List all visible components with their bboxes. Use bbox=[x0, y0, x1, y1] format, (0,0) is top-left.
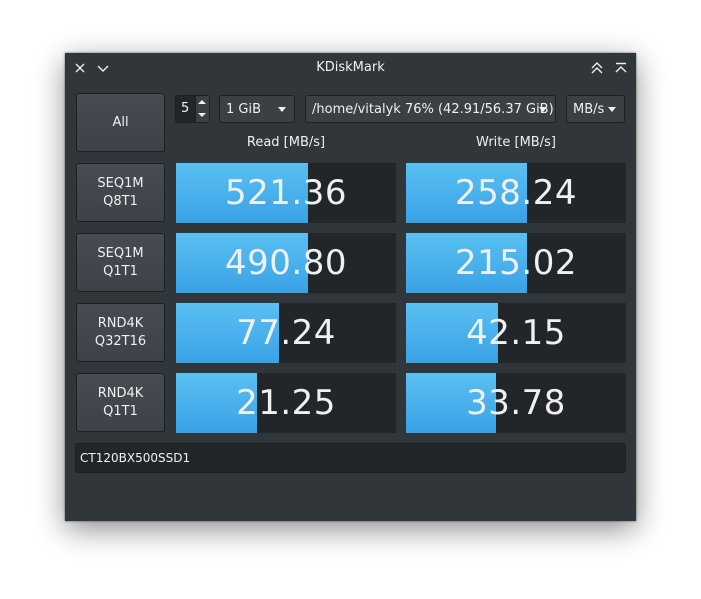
write-value: 215.02 bbox=[455, 243, 577, 283]
file-size-select[interactable]: 1 GiB bbox=[219, 95, 295, 123]
loop-count-spinbox[interactable]: 5 bbox=[175, 95, 210, 123]
title-bar: KDiskMark bbox=[65, 53, 636, 83]
chevron-down-icon bbox=[608, 107, 616, 112]
maximize-icon[interactable] bbox=[614, 61, 628, 75]
spin-down-icon[interactable] bbox=[198, 113, 206, 117]
target-path-value: /home/vitalyk 76% (42.91/56.37 GiB) bbox=[312, 101, 554, 117]
read-result-seq1m-q8t1: 521.36 bbox=[176, 163, 396, 223]
test-button-rnd4k-q32t16[interactable]: RND4K Q32T16 bbox=[76, 303, 165, 362]
unit-select[interactable]: MB/s bbox=[566, 95, 625, 123]
write-value: 258.24 bbox=[455, 173, 577, 213]
read-result-seq1m-q1t1: 490.80 bbox=[176, 233, 396, 293]
chevron-down-icon bbox=[278, 107, 286, 112]
read-column-header: Read [MB/s] bbox=[246, 135, 326, 150]
test-button-seq1m-q8t1[interactable]: SEQ1M Q8T1 bbox=[76, 163, 165, 222]
all-button[interactable]: All bbox=[76, 93, 165, 152]
test-button-rnd4k-q1t1[interactable]: RND4K Q1T1 bbox=[76, 373, 165, 432]
test-button-seq1m-q1t1[interactable]: SEQ1M Q1T1 bbox=[76, 233, 165, 292]
read-result-rnd4k-q1t1: 21.25 bbox=[176, 373, 396, 433]
file-size-value: 1 GiB bbox=[226, 101, 262, 117]
write-result-rnd4k-q1t1: 33.78 bbox=[406, 373, 626, 433]
read-value: 21.25 bbox=[236, 383, 336, 423]
write-result-seq1m-q1t1: 215.02 bbox=[406, 233, 626, 293]
unit-value: MB/s bbox=[573, 101, 605, 117]
write-value: 42.15 bbox=[466, 313, 566, 353]
loop-count-value: 5 bbox=[181, 101, 190, 116]
window-title: KDiskMark bbox=[316, 60, 385, 75]
keep-above-icon[interactable] bbox=[590, 61, 604, 75]
read-value: 521.36 bbox=[225, 173, 347, 213]
device-info-field: CT120BX500SSD1 bbox=[75, 443, 626, 473]
kdiskmark-window: KDiskMark All 5 1 GiB /home/vitalyk 76% … bbox=[65, 53, 636, 521]
read-result-rnd4k-q32t16: 77.24 bbox=[176, 303, 396, 363]
chevron-down-icon bbox=[539, 107, 547, 112]
spin-buttons bbox=[195, 96, 209, 122]
read-value: 490.80 bbox=[225, 243, 347, 283]
write-result-seq1m-q8t1: 258.24 bbox=[406, 163, 626, 223]
read-value: 77.24 bbox=[236, 313, 336, 353]
write-result-rnd4k-q32t16: 42.15 bbox=[406, 303, 626, 363]
target-path-select[interactable]: /home/vitalyk 76% (42.91/56.37 GiB) bbox=[305, 95, 556, 123]
spin-up-icon[interactable] bbox=[198, 100, 206, 104]
write-column-header: Write [MB/s] bbox=[476, 135, 556, 150]
device-name: CT120BX500SSD1 bbox=[80, 451, 191, 465]
write-value: 33.78 bbox=[466, 383, 566, 423]
